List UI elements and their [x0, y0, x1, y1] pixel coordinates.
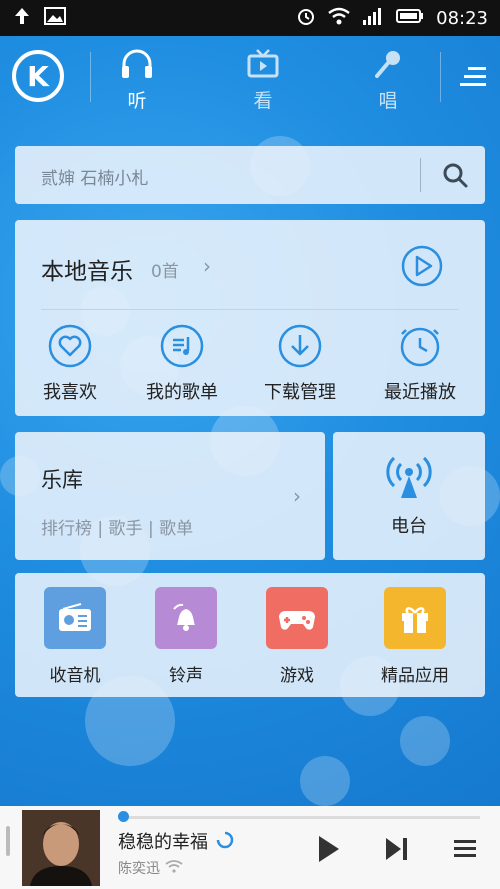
progress-knob[interactable]: [118, 811, 129, 822]
tab-label: 唱: [378, 90, 398, 112]
loading-icon: [216, 831, 234, 853]
song-title: 稳稳的幸福: [118, 832, 208, 853]
artist-name: 陈奕迅: [118, 861, 160, 877]
local-music-card: 本地音乐 0首 › 我喜欢 我的歌单 下载管理 最近播放: [15, 220, 485, 416]
menu-icon[interactable]: [460, 64, 486, 90]
status-bar: 08:23: [0, 0, 500, 36]
tv-icon: [223, 46, 303, 82]
music-library-card[interactable]: 乐库 排行榜 | 歌手 | 歌单 ›: [15, 432, 325, 560]
drag-handle[interactable]: [6, 826, 10, 856]
library-title: 乐库: [41, 468, 83, 492]
apps-card: 收音机 铃声 游戏 精品应用: [15, 573, 485, 697]
chevron-right-icon: ›: [293, 484, 301, 508]
clock-time: 08:23: [436, 7, 488, 29]
fm-radio-app[interactable]: 收音机: [20, 587, 130, 686]
my-playlists-button[interactable]: 我的歌单: [127, 324, 237, 404]
broadcast-icon: [381, 452, 437, 502]
tab-sing[interactable]: 唱: [348, 46, 428, 113]
gift-icon: [384, 587, 446, 649]
search-icon[interactable]: [441, 161, 469, 189]
games-app[interactable]: 游戏: [242, 587, 352, 686]
signal-icon: [362, 7, 384, 30]
heart-icon: [48, 324, 92, 368]
clock-icon: [398, 324, 442, 368]
featured-apps-app[interactable]: 精品应用: [360, 587, 470, 686]
nav-divider: [440, 52, 441, 102]
recent-plays-label: 最近播放: [384, 382, 456, 403]
playlist-queue-icon[interactable]: [452, 834, 478, 868]
search-input[interactable]: 贰婶 石楠小札: [41, 164, 148, 189]
library-subtitle: 排行榜 | 歌手 | 歌单: [41, 519, 194, 539]
wifi-icon: [328, 7, 350, 30]
app-label: 精品应用: [381, 666, 449, 686]
wifi-icon: [165, 858, 183, 877]
tab-label: 听: [127, 90, 147, 112]
progress-bar[interactable]: [118, 816, 480, 819]
local-music-title[interactable]: 本地音乐: [41, 252, 133, 286]
microphone-icon: [348, 46, 428, 82]
bell-icon: [155, 587, 217, 649]
ringtone-app[interactable]: 铃声: [131, 587, 241, 686]
recent-plays-button[interactable]: 最近播放: [365, 324, 475, 404]
radio-label: 电台: [391, 516, 427, 537]
playlist-icon: [160, 324, 204, 368]
tab-label: 看: [253, 90, 273, 112]
divider: [41, 309, 459, 310]
upload-arrow-icon: [12, 6, 32, 31]
search-divider: [420, 158, 421, 192]
tab-listen[interactable]: 听: [97, 46, 177, 113]
search-bar[interactable]: 贰婶 石楠小札: [15, 146, 485, 204]
play-circle-icon[interactable]: [401, 245, 443, 287]
download-manager-label: 下载管理: [264, 382, 336, 403]
mini-player[interactable]: 稳稳的幸福 陈奕迅: [0, 806, 500, 889]
alarm-icon: [296, 6, 316, 31]
kugou-logo[interactable]: K: [12, 50, 64, 102]
album-cover[interactable]: [22, 810, 100, 886]
headphones-icon: [97, 46, 177, 82]
tab-watch[interactable]: 看: [223, 46, 303, 113]
battery-icon: [396, 8, 424, 29]
download-icon: [278, 324, 322, 368]
favorites-button[interactable]: 我喜欢: [15, 324, 125, 404]
radio-icon: [44, 587, 106, 649]
download-manager-button[interactable]: 下载管理: [245, 324, 355, 404]
nav-divider: [90, 52, 91, 102]
image-icon: [44, 6, 66, 30]
gamepad-icon: [266, 587, 328, 649]
app-label: 铃声: [169, 666, 203, 686]
my-playlists-label: 我的歌单: [146, 382, 218, 403]
radio-station-card[interactable]: 电台: [333, 432, 485, 560]
favorites-label: 我喜欢: [43, 382, 97, 403]
app-label: 游戏: [280, 666, 314, 686]
play-icon[interactable]: [316, 834, 342, 868]
chevron-right-icon[interactable]: ›: [203, 254, 211, 278]
top-nav: K 听 看 唱: [0, 36, 500, 118]
local-music-count: 0首: [151, 262, 179, 282]
next-track-icon[interactable]: [384, 834, 410, 868]
app-label: 收音机: [49, 666, 101, 686]
